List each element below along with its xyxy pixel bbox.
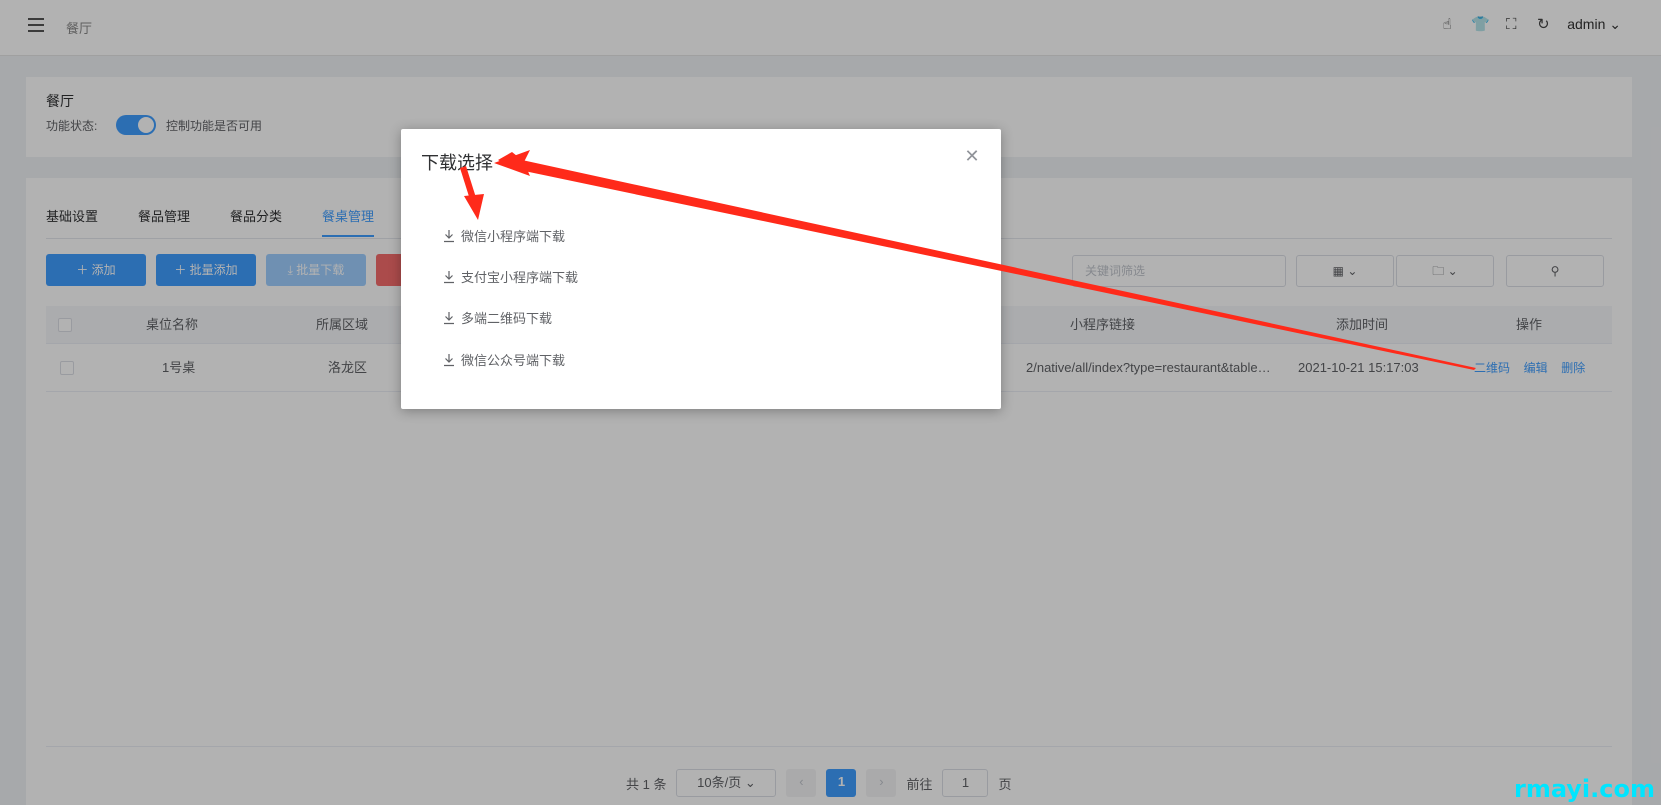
download-wechat-miniapp[interactable]: 微信小程序端下载 [443, 226, 565, 245]
download-item-label: 微信公众号端下载 [461, 353, 566, 368]
download-icon [444, 353, 454, 366]
download-wechat-official[interactable]: 微信公众号端下载 [443, 350, 565, 369]
download-item-label: 微信小程序端下载 [461, 229, 566, 244]
download-alipay-miniapp[interactable]: 支付宝小程序端下载 [443, 267, 578, 286]
download-item-label: 支付宝小程序端下载 [461, 270, 579, 285]
download-icon [444, 229, 454, 242]
watermark: rmayi.com [1513, 775, 1655, 803]
download-multi-qrcode[interactable]: 多端二维码下载 [443, 308, 552, 327]
close-icon[interactable]: ✕ [963, 147, 981, 165]
dialog-title: 下载选择 [421, 153, 493, 173]
download-item-label: 多端二维码下载 [461, 311, 553, 326]
download-dialog: 下载选择 ✕ 微信小程序端下载 支付宝小程序端下载 多端二维码下载 微信公众号端… [401, 129, 1001, 409]
download-icon [444, 270, 454, 283]
download-icon [444, 311, 454, 324]
